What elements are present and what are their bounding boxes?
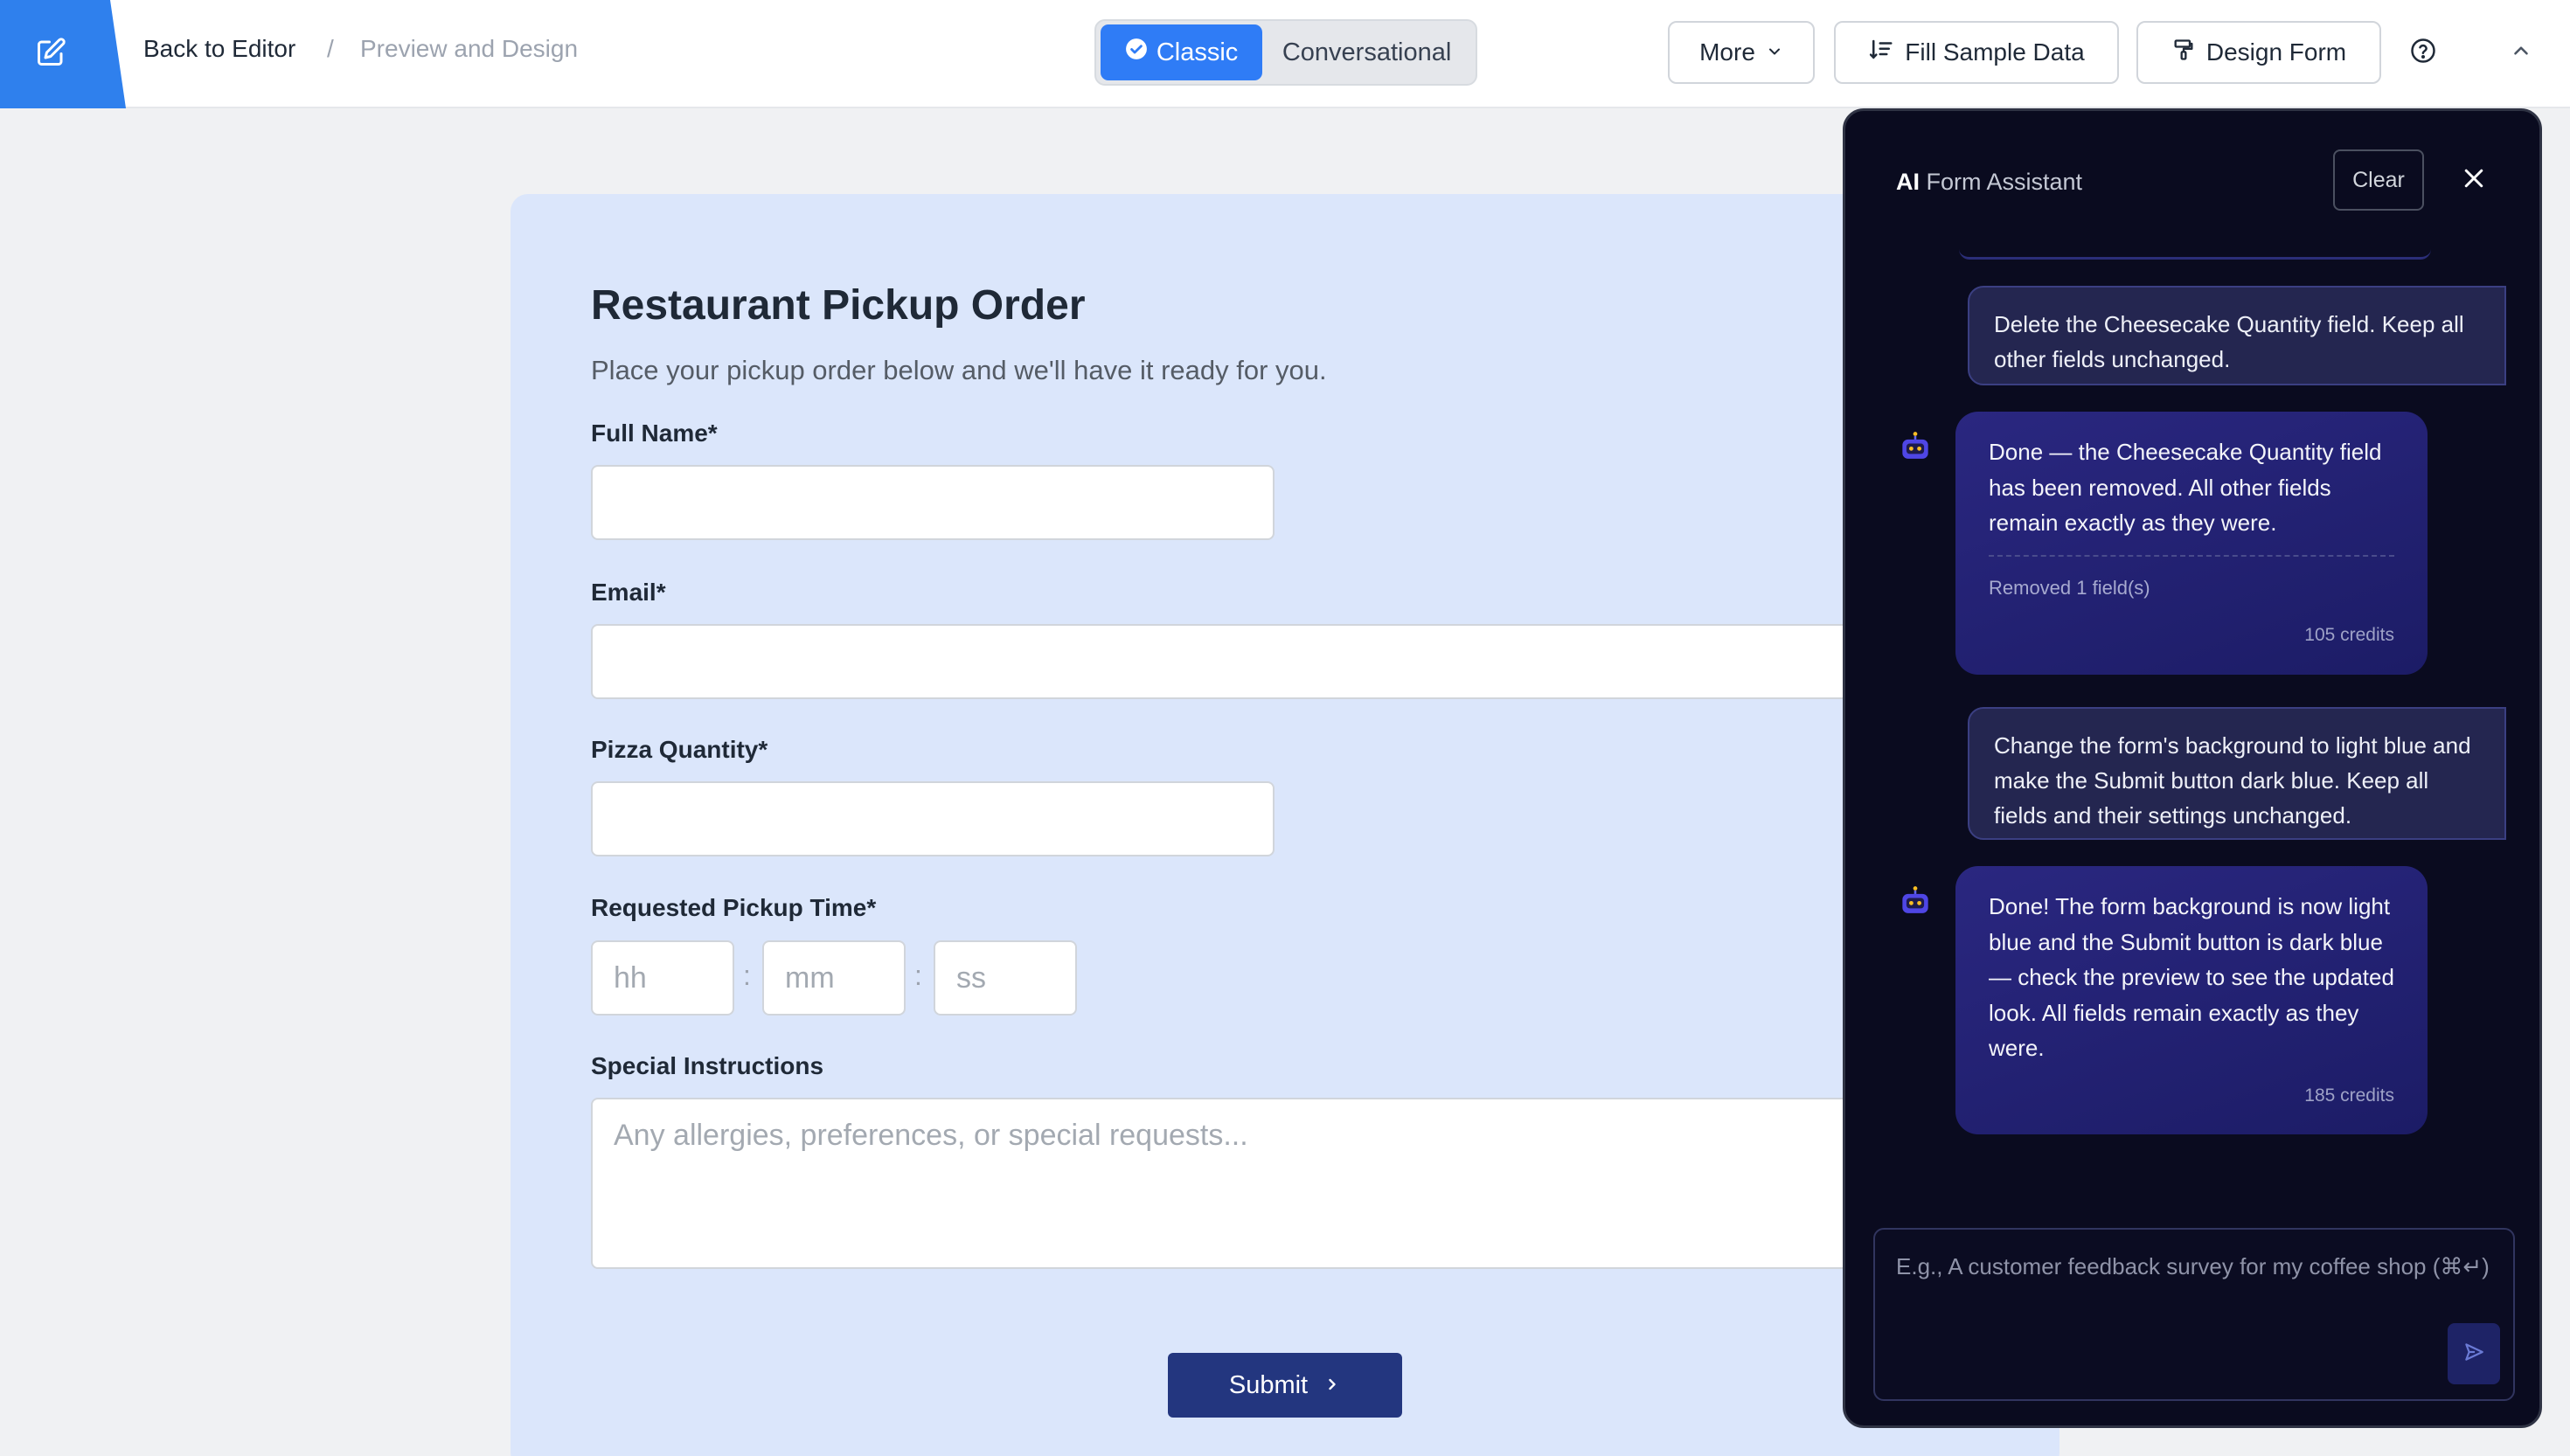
prompt-placeholder: E.g., A customer feedback survey for my … xyxy=(1896,1253,2490,1279)
special-instructions-label: Special Instructions xyxy=(591,1052,824,1079)
chevron-up-icon xyxy=(2510,39,2532,66)
second-placeholder: ss xyxy=(956,960,986,995)
pickup-time-label: Requested Pickup Time* xyxy=(591,894,877,921)
minute-placeholder: mm xyxy=(785,960,835,995)
pizza-quantity-input[interactable] xyxy=(591,781,1275,856)
conversational-mode-label: Conversational xyxy=(1282,38,1452,66)
submit-button[interactable]: Submit xyxy=(1168,1353,1402,1418)
design-form-button[interactable]: Design Form xyxy=(2136,21,2381,84)
list-sort-icon xyxy=(1868,37,1894,69)
chevron-down-icon xyxy=(1766,38,1783,66)
chevron-right-icon xyxy=(1323,1371,1341,1400)
credits-badge: 105 credits xyxy=(2304,625,2394,645)
clear-chat-button[interactable]: Clear xyxy=(2333,149,2424,211)
email-label: Email* xyxy=(591,579,666,606)
fill-sample-label: Fill Sample Data xyxy=(1905,38,2085,66)
pickup-hour-input[interactable]: hh xyxy=(591,940,734,1016)
bot-avatar-icon xyxy=(1896,429,1934,468)
ai-title-rest: Form Assistant xyxy=(1920,169,2083,195)
send-button[interactable] xyxy=(2448,1323,2500,1384)
more-button[interactable]: More xyxy=(1668,21,1815,84)
edit-icon xyxy=(35,37,66,73)
ai-assistant-panel: AI Form Assistant Clear Delete the Chees… xyxy=(1843,108,2542,1428)
assistant-message-text: Done! The form background is now light b… xyxy=(1989,893,2394,1061)
conversational-mode-button[interactable]: Conversational xyxy=(1262,24,1471,80)
pickup-second-input[interactable]: ss xyxy=(934,940,1077,1016)
assistant-prompt-input[interactable]: E.g., A customer feedback survey for my … xyxy=(1873,1228,2515,1401)
assistant-message-meta: Removed 1 field(s) xyxy=(1989,554,2394,607)
assistant-message: Done! The form background is now light b… xyxy=(1955,866,2428,1134)
close-icon xyxy=(2461,165,2487,196)
form-title: Restaurant Pickup Order xyxy=(591,282,1086,329)
breadcrumb-current: Preview and Design xyxy=(360,35,579,62)
collapse-button[interactable] xyxy=(2504,35,2539,70)
ai-title-bold: AI xyxy=(1896,169,1920,195)
breadcrumb-separator: / xyxy=(327,35,334,62)
classic-mode-button[interactable]: Classic xyxy=(1101,24,1263,80)
assistant-message: Done — the Cheesecake Quantity field has… xyxy=(1955,412,2428,675)
editor-tab[interactable] xyxy=(0,0,126,108)
user-message: Delete the Cheesecake Quantity field. Ke… xyxy=(1968,286,2506,385)
email-input[interactable] xyxy=(591,624,1902,699)
bot-avatar-icon xyxy=(1896,884,1934,922)
assistant-message-text: Done — the Cheesecake Quantity field has… xyxy=(1989,439,2382,536)
check-circle-icon xyxy=(1125,38,1148,67)
pizza-quantity-label: Pizza Quantity* xyxy=(591,736,768,763)
instructions-placeholder: Any allergies, preferences, or special r… xyxy=(614,1119,1248,1152)
form-subtitle: Place your pickup order below and we'll … xyxy=(591,355,1327,385)
pickup-minute-input[interactable]: mm xyxy=(762,940,906,1016)
classic-mode-label: Classic xyxy=(1156,38,1239,66)
send-icon xyxy=(2462,1341,2485,1368)
credits-badge: 185 credits xyxy=(2304,1085,2394,1106)
close-panel-button[interactable] xyxy=(2457,163,2490,197)
top-bar: Back to Editor / Preview and Design Clas… xyxy=(0,0,2570,108)
more-label: More xyxy=(1699,38,1755,66)
full-name-input[interactable] xyxy=(591,465,1275,540)
special-instructions-textarea[interactable]: Any allergies, preferences, or special r… xyxy=(591,1098,1902,1269)
view-mode-toggle: Classic Conversational xyxy=(1094,19,1477,86)
user-message: Change the form's background to light bl… xyxy=(1968,707,2506,840)
paint-roller-icon xyxy=(2171,38,2196,68)
ai-panel-title: AI Form Assistant xyxy=(1896,169,2082,196)
submit-label: Submit xyxy=(1228,1370,1309,1399)
time-colon: : xyxy=(743,960,751,991)
fill-sample-data-button[interactable]: Fill Sample Data xyxy=(1834,21,2119,84)
help-button[interactable] xyxy=(2406,35,2441,70)
help-circle-icon xyxy=(2410,38,2436,68)
hour-placeholder: hh xyxy=(614,960,647,995)
design-form-label: Design Form xyxy=(2205,38,2347,66)
previous-message-edge xyxy=(1959,249,2431,260)
full-name-label: Full Name* xyxy=(591,419,718,447)
time-colon: : xyxy=(914,960,922,991)
back-to-editor-link[interactable]: Back to Editor xyxy=(143,35,295,63)
